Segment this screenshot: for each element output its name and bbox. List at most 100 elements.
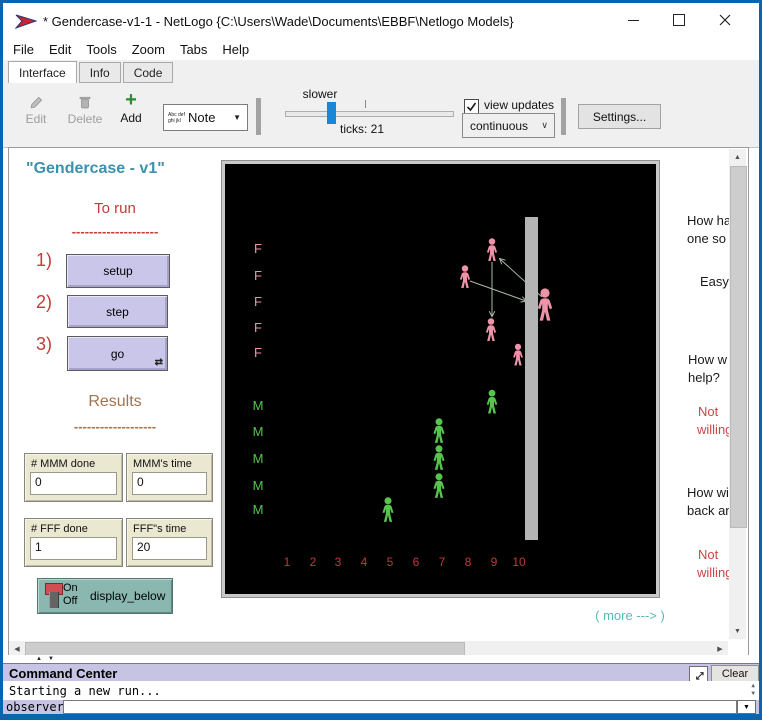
monitor-label: MMM's time [127,454,212,472]
menu-item-file[interactable]: File [13,42,34,57]
select-chevron-icon: ∨ [541,120,554,131]
maximize-button[interactable] [661,3,697,37]
tab-code[interactable]: Code [123,62,174,83]
add-label: Add [120,111,141,125]
command-input[interactable] [63,700,737,714]
minimize-button[interactable] [615,3,651,37]
step-number-2: 2) [36,292,52,313]
output-scroll-up-icon[interactable]: ▲ [751,682,755,690]
command-center-title: Command Center [3,666,117,681]
step-number-3: 3) [36,334,52,355]
axis-number: 4 [361,555,368,569]
checkmark-icon [465,100,478,113]
more-note: ( more ---> ) [570,608,690,623]
female-row-label: F [254,345,262,360]
monitor-value: 20 [132,537,207,560]
axis-number: 2 [310,555,317,569]
vertical-scrollbar[interactable]: ▲ ▼ [729,149,746,639]
observer-prompt: observer> [3,700,71,714]
command-history-button[interactable]: ▼ [737,700,756,714]
menu-item-edit[interactable]: Edit [49,42,71,57]
to-run-heading: To run [20,200,210,217]
command-center-header: Command Center Clear [3,663,759,682]
view-updates-label: view updates [484,98,554,112]
switch-name-label: display_below [90,589,165,603]
vertical-scroll-thumb[interactable] [730,166,747,528]
switch-stem [49,592,59,608]
monitor-value: 0 [30,472,117,495]
person-figure-male [382,497,393,522]
trash-icon [78,95,92,110]
speed-slider-tick [365,100,366,108]
male-row-label: M [253,502,264,517]
menu-item-tools[interactable]: Tools [86,42,116,57]
person-figure-male [433,445,444,470]
speed-slider-track[interactable] [285,111,454,117]
tab-bar: InterfaceInfoCode [3,60,759,83]
person-figure-female [460,265,470,288]
clear-button[interactable]: Clear [711,665,759,682]
monitor-value: 0 [132,472,207,495]
brown-dashes-note: ------------------- [20,419,210,434]
monitor-label: # FFF done [25,519,122,537]
view-updates-checkbox[interactable] [464,99,479,114]
note-text: willing [697,565,729,580]
splitter-up-icon[interactable]: ▲ [36,656,42,662]
delete-label: Delete [68,112,103,126]
speed-slider-label: slower [283,87,357,101]
go-button-label: go [111,347,124,361]
step-button[interactable]: step [67,295,168,328]
go-button[interactable]: go ⇄ [67,336,168,371]
update-mode-value: continuous [470,119,528,133]
display-below-switch[interactable]: On Off display_below [37,578,173,614]
output-scroll-arrows[interactable]: ▲ ▼ [751,682,755,698]
menu-item-help[interactable]: Help [222,42,249,57]
menu-item-tabs[interactable]: Tabs [180,42,207,57]
wall-bar [525,217,538,540]
axis-number: 9 [491,555,498,569]
tab-info[interactable]: Info [79,62,121,83]
tab-interface[interactable]: Interface [8,61,77,83]
scroll-down-icon[interactable]: ▼ [729,623,746,639]
scroll-left-icon[interactable]: ◀ [9,641,25,656]
person-figure-male [487,390,498,414]
command-center-splitter[interactable]: ▲ ▼ [3,655,759,663]
model-title-note: "Gendercase - v1" [26,160,221,178]
person-figure-female [513,344,523,366]
delete-button[interactable]: Delete [63,95,107,126]
horizontal-scrollbar[interactable]: ◀ ▶ [9,641,728,656]
widget-type-dropdown[interactable]: Abc def ghi jkl Note ▼ [163,104,248,131]
settings-button[interactable]: Settings... [578,104,661,129]
pencil-icon [29,95,44,110]
close-button[interactable] [707,3,743,37]
add-button[interactable]: + Add [113,91,149,125]
note-text: one so [687,231,726,246]
update-mode-select[interactable]: continuous ∨ [462,113,555,138]
scroll-right-icon[interactable]: ▶ [712,641,728,656]
axis-number: 7 [439,555,446,569]
command-output: Starting a new run... ▲ ▼ [3,681,759,701]
step-button-label: step [106,305,129,319]
setup-button[interactable]: setup [66,254,170,288]
clear-label: Clear [722,668,748,680]
person-figure-female [486,318,496,341]
scroll-up-icon[interactable]: ▲ [729,149,746,165]
minimize-icon [628,20,639,21]
output-scroll-down-icon[interactable]: ▼ [751,690,755,698]
menu-item-zoom[interactable]: Zoom [132,42,165,57]
note-text: back an [687,503,729,518]
world-canvas: FFFFFMMMMM12345678910 [225,164,656,594]
speed-slider-handle[interactable] [327,102,336,124]
plus-icon: + [125,91,137,109]
edit-button[interactable]: Edit [18,95,54,126]
note-text: How w [688,352,727,367]
setup-button-label: setup [103,264,132,278]
notes-column: How haone soEasyHow whelp?NotwillingHow … [659,150,729,638]
splitter-down-icon[interactable]: ▼ [48,656,54,662]
female-row-label: F [254,320,262,335]
expand-command-center-button[interactable] [689,666,708,682]
note-text: help? [688,370,720,385]
monitor-label: FFF"s time [127,519,212,537]
monitor-fff-time: FFF"s time 20 [126,518,213,567]
window-title: * Gendercase-v1-1 - NetLogo {C:\Users\Wa… [43,14,514,29]
